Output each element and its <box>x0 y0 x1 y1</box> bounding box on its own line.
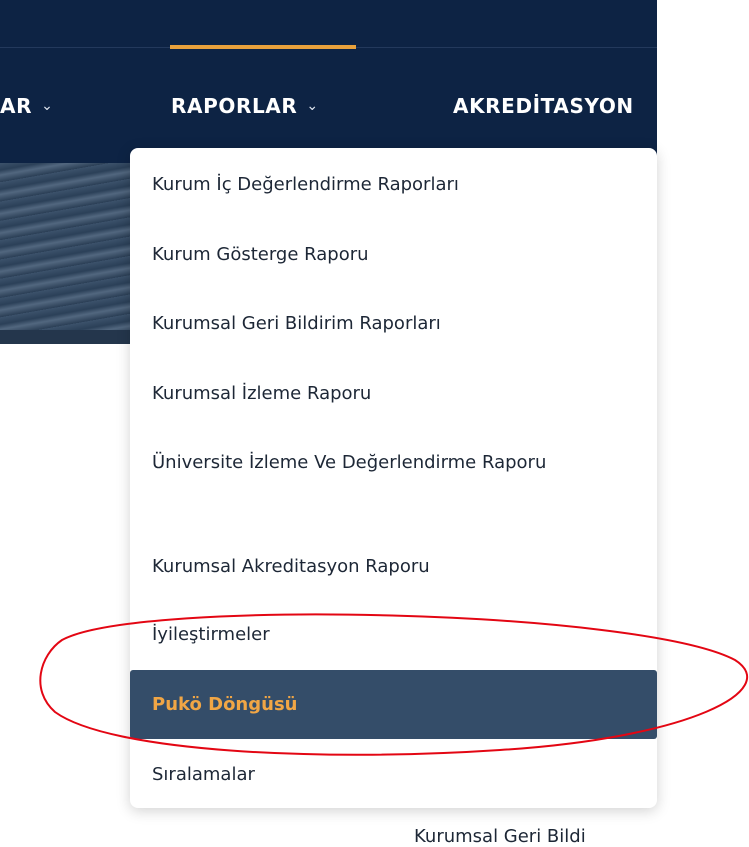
chevron-down-icon: ⌄ <box>306 98 319 114</box>
menu-item-kurum-ic-degerlendirme[interactable]: Kurum İç Değerlendirme Raporları <box>130 168 657 202</box>
nav-item-partial[interactable]: AR ⌄ <box>0 91 80 121</box>
menu-item-kurumsal-izleme[interactable]: Kurumsal İzleme Raporu <box>130 377 657 411</box>
menu-item-siralamalar[interactable]: Sıralamalar <box>130 758 657 792</box>
footer-partial-text: Kurumsal Geri Bildi <box>414 826 586 847</box>
raporlar-dropdown-menu: Kurum İç Değerlendirme Raporları Kurum G… <box>130 148 657 808</box>
menu-item-universite-izleme[interactable]: Üniversite İzleme Ve Değerlendirme Rapor… <box>130 444 610 481</box>
nav-item-akreditasyon[interactable]: AKREDİTASYON <box>453 91 657 121</box>
menu-item-kurumsal-akreditasyon[interactable]: Kurumsal Akreditasyon Raporu <box>130 550 657 584</box>
nav-item-label: AR <box>0 94 33 118</box>
chevron-down-icon: ⌄ <box>41 98 54 114</box>
hero-shadow <box>0 330 140 344</box>
nav-item-label: AKREDİTASYON <box>453 94 634 118</box>
top-navbar: AR ⌄ RAPORLAR ⌄ AKREDİTASYON <box>0 0 657 163</box>
menu-item-puko-dongusu[interactable]: Pukö Döngüsü <box>130 670 657 739</box>
hero-image <box>0 163 140 343</box>
nav-item-raporlar[interactable]: RAPORLAR ⌄ <box>171 91 319 121</box>
menu-item-iyilestirmeler[interactable]: İyileştirmeler <box>130 618 657 652</box>
nav-item-label: RAPORLAR <box>171 94 298 118</box>
menu-item-kurum-gosterge[interactable]: Kurum Gösterge Raporu <box>130 238 657 272</box>
active-nav-underline <box>170 45 356 49</box>
menu-item-kurumsal-geri-bildirim[interactable]: Kurumsal Geri Bildirim Raporları <box>130 307 657 341</box>
